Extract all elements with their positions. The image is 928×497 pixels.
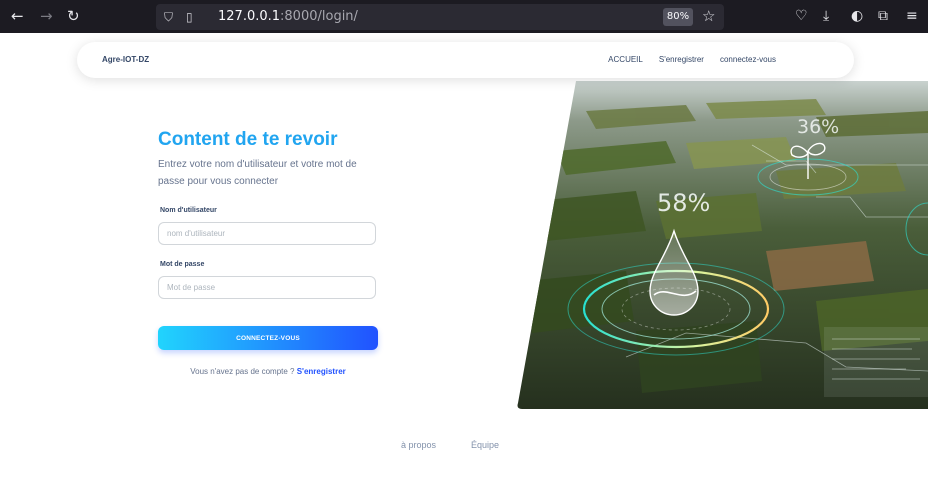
pocket-icon[interactable]: ♡	[795, 8, 808, 25]
download-icon[interactable]: ⤓	[823, 8, 829, 25]
password-label: Mot de passe	[160, 261, 205, 268]
extensions-icon[interactable]: ⧉	[878, 8, 888, 25]
menu-icon[interactable]: ≡	[906, 8, 918, 25]
url-text[interactable]: 127.0.0.1:8000/login/	[218, 9, 358, 25]
footer-link-about[interactable]: à propos	[401, 440, 436, 450]
shield-icon[interactable]: ⛉	[164, 9, 173, 25]
login-subtitle: Entrez votre nom d'utilisateur et votre …	[158, 159, 357, 187]
forward-arrow-icon[interactable]: →	[40, 8, 53, 25]
hero-image: 58% 36%	[516, 81, 928, 409]
page-icon[interactable]: ▯	[186, 9, 193, 25]
url-host: 127.0.0.1	[218, 9, 281, 24]
nav-link-register[interactable]: S'enregistrer	[659, 55, 704, 64]
url-path: :8000/login/	[280, 9, 358, 24]
growth-percentage: 36%	[797, 116, 839, 138]
top-navbar: Agre-IOT-DZ ACCUEIL S'enregistrer connec…	[77, 42, 854, 78]
signup-link[interactable]: S'enregistrer	[297, 367, 346, 376]
moisture-percentage: 58%	[657, 189, 710, 217]
back-arrow-icon[interactable]: ←	[11, 8, 24, 25]
login-page: Agre-IOT-DZ ACCUEIL S'enregistrer connec…	[0, 33, 928, 497]
reload-icon[interactable]: ↻	[67, 8, 80, 25]
username-input[interactable]	[158, 222, 376, 245]
address-bar[interactable]: ⛉ ▯ 127.0.0.1:8000/login/ 80% ☆	[156, 4, 724, 30]
account-icon[interactable]: ◐	[851, 8, 863, 25]
login-title: Content de te revoir	[158, 129, 338, 150]
username-label: Nom d'utilisateur	[160, 207, 217, 214]
no-account-text: Vous n'avez pas de compte ?	[190, 367, 295, 376]
nav-link-login[interactable]: connectez-vous	[720, 55, 776, 64]
browser-toolbar: ← → ↻ ⛉ ▯ 127.0.0.1:8000/login/ 80% ☆ ♡ …	[0, 0, 928, 33]
login-submit-button[interactable]: CONNECTEZ-VOUS	[158, 326, 378, 350]
footer-link-team[interactable]: Équipe	[471, 440, 499, 450]
brand-logo[interactable]: Agre-IOT-DZ	[102, 55, 149, 64]
nav-links: ACCUEIL S'enregistrer connectez-vous	[608, 55, 776, 64]
password-input[interactable]	[158, 276, 376, 299]
signup-prompt: Vous n'avez pas de compte ? S'enregistre…	[158, 367, 378, 376]
nav-link-accueil[interactable]: ACCUEIL	[608, 55, 643, 64]
zoom-badge[interactable]: 80%	[663, 8, 693, 26]
bookmark-star-icon[interactable]: ☆	[702, 7, 715, 25]
